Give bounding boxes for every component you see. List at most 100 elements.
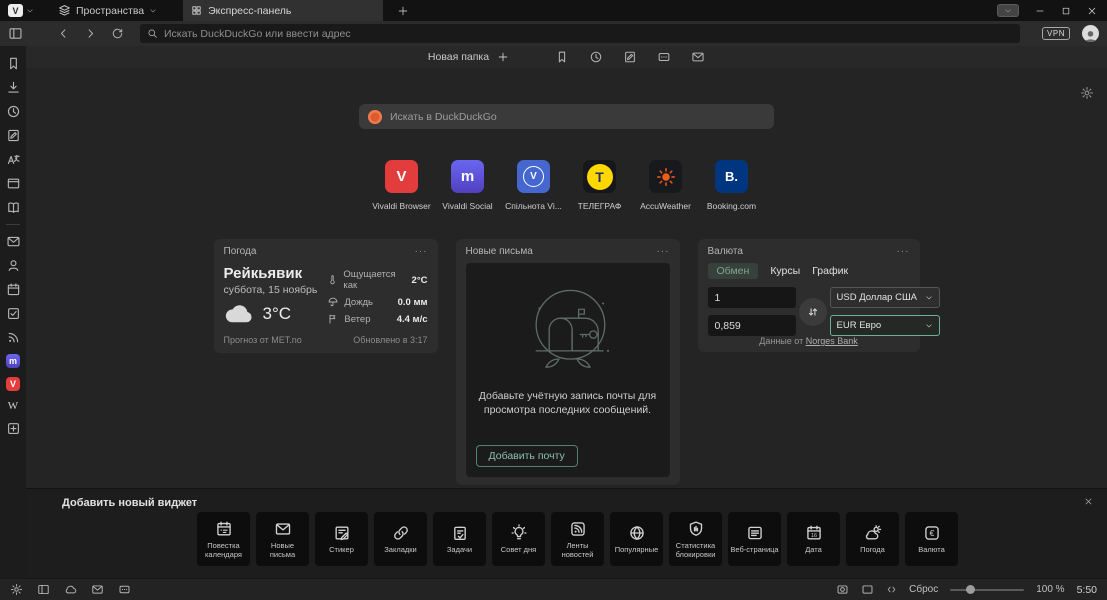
favicon: V [385,160,418,193]
tab-bar: V Пространства Экспресс-панель [0,0,1107,21]
toolbar-cards-button[interactable] [657,50,671,64]
toolbar-notes-button[interactable] [623,50,637,64]
zoom-reset-button[interactable]: Сброс [909,584,938,595]
address-input[interactable] [164,28,1013,40]
toolbar-bookmarks-button[interactable] [555,50,569,64]
widget-tile-date[interactable]: 16 Дата [787,512,840,566]
widget-title: Валюта [708,246,743,257]
toolbar-mail-button[interactable] [691,50,705,64]
tab-dropdown-button[interactable] [997,4,1019,17]
startpage-search[interactable] [359,104,774,129]
sync-cloud-button[interactable] [64,583,77,596]
sidebar-webpanel-wikipedia[interactable]: W [8,400,18,412]
swap-currencies-button[interactable] [799,298,827,326]
forward-button[interactable] [84,27,97,40]
chevron-down-icon [925,294,933,302]
sticky-note-icon [333,524,351,542]
back-button[interactable] [57,27,70,40]
vpn-badge[interactable]: VPN [1042,27,1070,40]
widget-tile-bookmarks[interactable]: Закладки [374,512,427,566]
sidebar-webpanel-mastodon[interactable]: m [6,354,20,368]
zoom-slider[interactable] [950,589,1024,591]
sidebar-item-history[interactable] [6,104,21,119]
minimize-button[interactable] [1035,6,1045,16]
widget-gallery: Повестка календаря Новые письма Стикер З… [62,512,1093,566]
speed-dial-telegraf[interactable]: T ТЕЛЕГРАФ [568,160,632,211]
svg-text:16: 16 [811,533,817,539]
widget-tile-weather[interactable]: Погода [846,512,899,566]
panel-toggle-button[interactable] [37,583,50,596]
close-panel-button[interactable] [1084,497,1093,506]
widget-tile-feeds[interactable]: Ленты новостей [551,512,604,566]
widget-tile-currency[interactable]: € Валюта [905,512,958,566]
add-mail-button[interactable]: Добавить почту [476,445,578,467]
toolbar-history-button[interactable] [589,50,603,64]
speed-dial-booking[interactable]: B. Booking.com [700,160,764,211]
sidebar-item-windows[interactable] [6,176,21,191]
widget-tile-webpage[interactable]: Веб-страница [728,512,781,566]
panel-toggle-button[interactable] [8,26,23,41]
sidebar-item-tasks[interactable] [6,306,21,321]
widget-tile-popular[interactable]: Популярные [610,512,663,566]
widget-tile-tasks[interactable]: Задачи [433,512,486,566]
capture-page-button[interactable] [836,583,849,596]
speed-dial-spilnota[interactable]: V Спільнота Vi... [502,160,566,211]
sidebar-item-reading-list[interactable] [6,200,21,215]
speed-dial-vivaldi-social[interactable]: m Vivaldi Social [436,160,500,211]
vivaldi-menu-button[interactable]: V [8,4,34,17]
weather-widget: Погода ··· Рейкьявик суббота, 15 ноябрь … [214,239,438,353]
maximize-button[interactable] [1061,6,1071,16]
page-tiling-button[interactable] [886,584,897,595]
widget-tile-sticker[interactable]: Стикер [315,512,368,566]
add-web-panel-button[interactable] [6,421,21,436]
weather-date: суббота, 15 ноябрь [224,284,318,296]
sidebar-webpanel-vivaldi[interactable]: V [6,377,20,391]
settings-gear-button[interactable] [10,583,23,596]
to-amount-input[interactable] [708,315,796,336]
weather-temperature: 3°C [263,304,292,324]
to-currency-select[interactable]: EUR Евро [830,315,940,336]
workspaces-button[interactable]: Пространства [58,4,157,17]
tasks-status-button[interactable] [118,583,131,596]
reload-button[interactable] [111,27,124,40]
sidebar-item-calendar[interactable] [6,282,21,297]
widget-menu-button[interactable]: ··· [897,246,910,257]
sidebar-item-notes[interactable] [6,128,21,143]
zoom-slider-thumb[interactable] [966,585,975,594]
sidebar-item-feeds[interactable] [6,330,21,345]
profile-avatar[interactable] [1082,25,1099,42]
image-toggle-button[interactable] [861,583,874,596]
startpage-search-input[interactable] [390,111,765,123]
currency-source-link[interactable]: Norges Bank [806,336,858,346]
speed-dial-accuweather[interactable]: AccuWeather [634,160,698,211]
tab-speed-dial[interactable]: Экспресс-панель [183,0,383,21]
widget-tile-blocking-stats[interactable]: Статистика блокировки [669,512,722,566]
tab-rates[interactable]: Курсы [770,265,800,277]
new-tab-button[interactable] [397,5,409,17]
widget-tile-new-mail[interactable]: Новые письма [256,512,309,566]
widget-tile-tip[interactable]: Совет дня [492,512,545,566]
weather-city: Рейкьявик [224,265,318,282]
tab-title: Экспресс-панель [208,5,291,17]
chevron-down-icon [149,7,157,15]
new-folder-button[interactable]: Новая папка [428,51,509,63]
widget-menu-button[interactable]: ··· [657,246,670,257]
tab-chart[interactable]: График [812,265,848,277]
widget-menu-button[interactable]: ··· [415,246,428,257]
sidebar-item-contacts[interactable] [6,258,21,273]
close-button[interactable] [1087,6,1097,16]
status-clock[interactable]: 5:50 [1077,584,1097,596]
sidebar-item-translate[interactable] [6,152,21,167]
sidebar-item-downloads[interactable] [6,80,21,95]
address-bar[interactable] [140,24,1020,43]
speed-dial-vivaldi-browser[interactable]: V Vivaldi Browser [370,160,434,211]
from-amount-input[interactable] [708,287,796,308]
mail-status-button[interactable] [91,583,104,596]
sidebar-item-mail[interactable] [6,234,21,249]
tab-exchange[interactable]: Обмен [708,263,759,279]
startpage-settings-gear-button[interactable] [1080,86,1094,100]
widget-tile-calendar-agenda[interactable]: Повестка календаря [197,512,250,566]
from-currency-select[interactable]: USD Доллар США [830,287,940,308]
window-controls [997,4,1101,17]
sidebar-item-bookmarks[interactable] [6,56,21,71]
